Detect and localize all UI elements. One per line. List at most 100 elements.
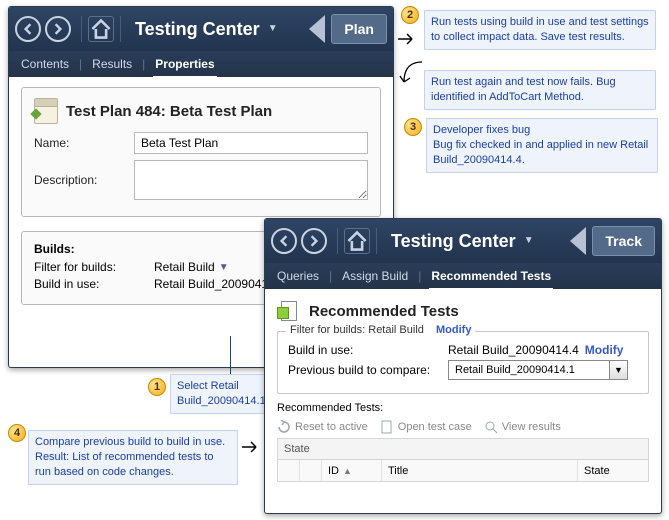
col-id-label: ID <box>328 465 339 477</box>
tests-toolbar: Reset to active Open test case View resu… <box>277 416 649 438</box>
group-by-state[interactable]: State <box>277 438 649 460</box>
separator <box>376 228 377 254</box>
col-state-label: State <box>584 465 610 477</box>
plan-section-button[interactable]: Plan <box>331 14 387 44</box>
arrow-right-icon <box>398 32 418 49</box>
tab-queries[interactable]: Queries <box>275 263 321 289</box>
badge-4: 4 <box>8 424 26 442</box>
callout-3a: Developer fixes bug <box>433 124 530 136</box>
arrow-right-icon <box>242 440 262 457</box>
document-icon <box>380 420 394 434</box>
col-title[interactable]: Title <box>382 460 578 481</box>
tab-contents[interactable]: Contents <box>19 51 71 77</box>
callout-2a: Run tests using build in use and test se… <box>424 10 656 50</box>
col-title-label: Title <box>388 465 408 477</box>
chevron-down-icon: ▼ <box>268 24 278 34</box>
callout-4: Compare previous build to build in use. … <box>28 430 238 485</box>
description-row: Description: <box>34 160 368 200</box>
build-in-use-label: Build in use: <box>34 277 154 291</box>
page-heading: Recommended Tests <box>277 299 649 323</box>
section-label: Plan <box>344 21 374 37</box>
magnifier-icon <box>484 420 498 434</box>
chevron-down-icon: ▼ <box>524 236 534 246</box>
arrow-right-icon <box>52 23 64 35</box>
description-label: Description: <box>34 173 134 187</box>
tab-separator: | <box>327 263 334 289</box>
view-results-button[interactable]: View results <box>484 420 561 434</box>
home-icon <box>345 229 369 253</box>
chevron-down-icon: ▼ <box>219 262 229 273</box>
build-in-use-text: Retail Build_20090414.4 <box>448 343 579 357</box>
forward-button[interactable] <box>301 228 327 254</box>
col-selector[interactable] <box>278 460 300 481</box>
callout-3b: Bug fix checked in and applied in new Re… <box>433 139 648 166</box>
section-pointer-icon <box>570 227 586 255</box>
titlebar: Testing Center ▼ Track <box>265 219 661 263</box>
open-label: Open test case <box>398 421 472 433</box>
back-button[interactable] <box>271 228 297 254</box>
tab-separator: | <box>416 263 423 289</box>
home-button[interactable] <box>88 16 114 42</box>
tab-separator: | <box>140 51 147 77</box>
tab-results[interactable]: Results <box>90 51 134 77</box>
description-input[interactable] <box>134 160 368 200</box>
badge-3: 3 <box>404 118 422 136</box>
plan-title: Test Plan 484: Beta Test Plan <box>66 103 272 120</box>
previous-build-label: Previous build to compare: <box>288 363 448 377</box>
separator <box>337 228 338 254</box>
badge-1: 1 <box>148 378 166 396</box>
chevron-down-icon[interactable]: ▼ <box>609 361 627 379</box>
plan-header: Test Plan 484: Beta Test Plan <box>34 98 368 124</box>
separator <box>120 16 121 42</box>
track-section-button[interactable]: Track <box>592 226 655 256</box>
modify-link[interactable]: Modify <box>585 343 624 357</box>
tab-assign-build[interactable]: Assign Build <box>340 263 410 289</box>
callout-4b: Result: List of recommended tests to run… <box>35 451 214 478</box>
app-title-text: Testing Center <box>135 19 260 40</box>
filter-group: Filter for builds: Retail Build Modify B… <box>277 331 649 394</box>
col-id[interactable]: ID ▲ <box>322 460 382 481</box>
separator <box>81 16 82 42</box>
app-title[interactable]: Testing Center ▼ <box>135 19 305 40</box>
name-input[interactable] <box>134 132 368 154</box>
reset-to-active-button[interactable]: Reset to active <box>277 420 368 434</box>
build-select[interactable]: Retail Build_20090414.1 ▼ <box>448 360 628 380</box>
titlebar: Testing Center ▼ Plan <box>9 7 393 51</box>
tab-separator: | <box>77 51 84 77</box>
view-label: View results <box>502 421 561 433</box>
forward-button[interactable] <box>45 16 71 42</box>
tab-recommended-tests[interactable]: Recommended Tests <box>429 263 553 289</box>
home-button[interactable] <box>344 228 370 254</box>
track-window: Testing Center ▼ Track Queries | Assign B… <box>264 218 662 514</box>
arrow-right-icon <box>308 235 320 247</box>
section-label: Track <box>605 233 642 249</box>
col-checkbox[interactable] <box>300 460 322 481</box>
section-pointer-icon <box>309 15 325 43</box>
callout-2b: Run test again and test now fails. Bug i… <box>424 70 656 110</box>
plan-tabs: Contents | Results | Properties <box>9 51 393 77</box>
recommended-panel: Recommended Tests Filter for builds: Ret… <box>265 289 661 492</box>
app-title[interactable]: Testing Center ▼ <box>391 231 566 252</box>
page-title: Recommended Tests <box>309 303 459 320</box>
open-test-case-button[interactable]: Open test case <box>380 420 472 434</box>
col-state[interactable]: State <box>578 460 648 481</box>
app-title-text: Testing Center <box>391 231 516 252</box>
build-in-use-label: Build in use: <box>288 343 448 357</box>
arrow-left-icon <box>22 23 34 35</box>
group-state-label: State <box>284 443 310 455</box>
badge-2: 2 <box>401 6 419 24</box>
build-in-use-value: Retail Build_20090414.4 Modify <box>448 343 638 357</box>
curve-connector <box>400 60 426 93</box>
filter-text: Retail Build <box>154 260 215 274</box>
previous-build-row: Previous build to compare: Retail Build_… <box>288 360 638 380</box>
sort-asc-icon: ▲ <box>343 466 352 476</box>
tests-grid-header: ID ▲ Title State <box>277 460 649 482</box>
filter-label: Filter for builds: <box>34 260 154 274</box>
previous-build-select[interactable]: Retail Build_20090414.1 ▼ <box>448 360 638 380</box>
tab-properties[interactable]: Properties <box>153 51 216 77</box>
back-button[interactable] <box>15 16 41 42</box>
track-tabs: Queries | Assign Build | Recommended Tes… <box>265 263 661 289</box>
clipboard-icon <box>34 98 58 124</box>
filter-legend: Filter for builds: Retail Build Modify <box>286 324 475 336</box>
modify-link[interactable]: Modify <box>436 324 471 336</box>
